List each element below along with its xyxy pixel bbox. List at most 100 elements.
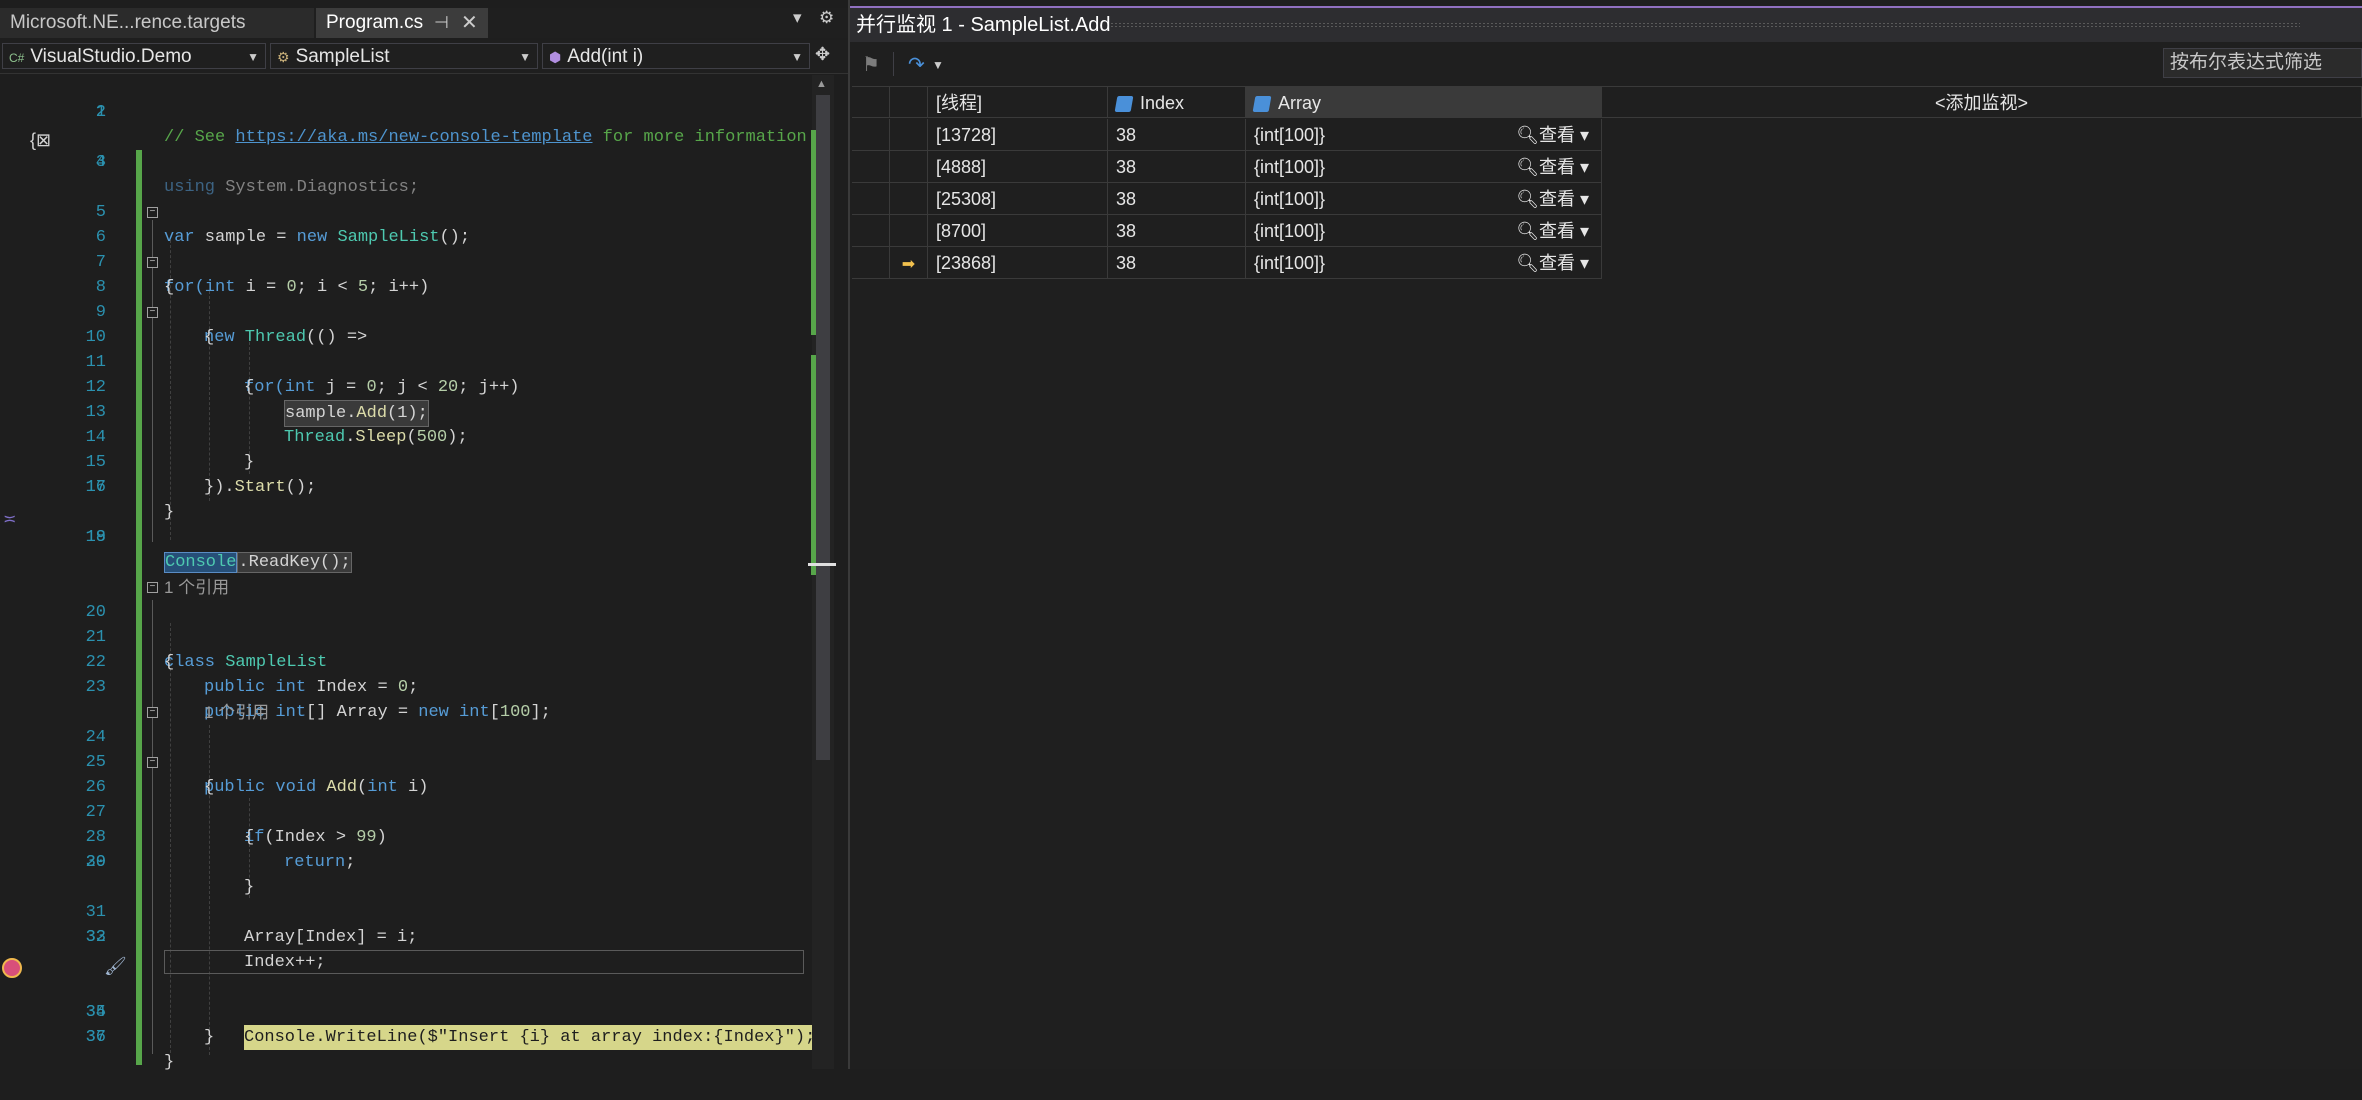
index-cell[interactable]: 38 (1108, 247, 1246, 279)
fold-toggle[interactable]: − (147, 307, 158, 318)
flag-cell[interactable] (852, 119, 890, 151)
line-number: 2 (95, 103, 106, 122)
array-value: {int[100]} (1254, 221, 1326, 241)
type-dropdown[interactable]: ⚙ SampleList ▼ (270, 43, 538, 69)
flag-cell[interactable] (852, 247, 890, 279)
fold-toggle[interactable]: − (147, 757, 158, 768)
fold-toggle[interactable]: − (147, 207, 158, 218)
fold-toggle[interactable]: − (147, 582, 158, 593)
flag-column-header[interactable] (852, 86, 890, 118)
fold-toggle[interactable]: − (147, 257, 158, 268)
index-cell[interactable]: 38 (1108, 151, 1246, 183)
array-cell[interactable]: {int[100]} 🔍︎查看 ▾ (1246, 247, 1602, 279)
view-label: 查看 (1538, 253, 1575, 273)
class-icon: ⚙ (277, 49, 290, 65)
code-line: 22 public int Index = 0; (0, 625, 810, 697)
thread-cell[interactable]: [23868] (928, 247, 1108, 279)
pin-icon[interactable]: ⊣ (434, 8, 449, 38)
index-cell[interactable]: 38 (1108, 215, 1246, 247)
thread-column-header[interactable]: [线程] (928, 86, 1108, 118)
index-cell[interactable]: 38 (1108, 119, 1246, 151)
tab-label: Program.cs (326, 12, 424, 33)
fold-toggle[interactable]: − (147, 707, 158, 718)
code-line: 36 } (0, 1000, 810, 1072)
split-view-icon[interactable]: ✥ (815, 44, 830, 65)
code-line: 13 Thread.Sleep(500); (0, 375, 810, 447)
code-line: 9 { (0, 275, 810, 347)
table-row[interactable]: [25308] 38 {int[100]} 🔍︎查看 ▾ (852, 183, 2362, 215)
array-cell[interactable]: {int[100]} 🔍︎查看 ▾ (1246, 151, 1602, 183)
tab-targets-file[interactable]: Microsoft.NE...rence.targets (0, 8, 314, 38)
thread-cell[interactable]: [8700] (928, 215, 1108, 247)
view-button[interactable]: 🔍︎查看 ▾ (1516, 151, 1589, 182)
view-button[interactable]: 🔍︎查看 ▾ (1516, 183, 1589, 214)
add-watch-column-header[interactable]: <添加监视> (1602, 86, 2362, 118)
index-column-header[interactable]: Index (1108, 86, 1246, 118)
index-cell[interactable]: 38 (1108, 183, 1246, 215)
boolean-filter-input[interactable]: 按布尔表达式筛选 (2163, 48, 2362, 78)
line-number: 19 (85, 528, 106, 547)
window-title: 并行监视 1 - SampleList.Add (856, 14, 1111, 36)
current-cell (890, 215, 928, 247)
code-line: 35 } (0, 975, 810, 1047)
code-line: 8 − new Thread(() => (0, 250, 810, 347)
parallel-watch-titlebar: 并行监视 1 - SampleList.Add (850, 8, 2362, 42)
array-cell[interactable]: {int[100]} 🔍︎查看 ▾ (1246, 119, 1602, 151)
code-line: 4 (0, 150, 810, 175)
flag-cell[interactable] (852, 215, 890, 247)
code-text: } (164, 1053, 175, 1072)
member-label: Add(int i) (567, 46, 644, 67)
code-text-area[interactable]: {⊠ ≍ 🖌 1 // See https://aka.ms/new-conso… (0, 75, 816, 1072)
current-statement-line: 34 Console.WriteLine($"Insert {i} at arr… (0, 950, 816, 1050)
table-row[interactable]: [13728] 38 {int[100]} 🔍︎查看 ▾ (852, 119, 2362, 151)
code-line: 18 Console .ReadKey(); (0, 500, 810, 573)
table-row[interactable]: ➡ [23868] 38 {int[100]} 🔍︎查看 ▾ (852, 247, 2362, 279)
project-dropdown[interactable]: C# VisualStudio.Demo ▼ (2, 43, 266, 69)
gear-icon[interactable]: ⚙ (819, 8, 834, 28)
tab-program-cs[interactable]: Program.cs ⊣ ✕ (316, 8, 488, 38)
document-tab-strip: Microsoft.NE...rence.targets Program.cs … (0, 8, 848, 38)
thread-cell[interactable]: [25308] (928, 183, 1108, 215)
current-cell (890, 183, 928, 215)
code-line: 15 }).Start(); (0, 425, 810, 497)
array-value: {int[100]} (1254, 125, 1326, 145)
chevron-down-icon: ▼ (247, 50, 259, 64)
code-line: 26 − if(Index > 99) (0, 750, 810, 847)
close-icon[interactable]: ✕ (461, 8, 478, 38)
flag-cell[interactable] (852, 183, 890, 215)
line-number: 30 (85, 853, 106, 872)
array-column-header[interactable]: Array (1246, 86, 1602, 118)
method-icon: ⬢ (549, 49, 562, 65)
array-value: {int[100]} (1254, 189, 1326, 209)
current-thread-arrow-icon: ➡ (901, 256, 916, 273)
code-line: 33 (0, 925, 810, 950)
code-line: 30 (0, 850, 810, 875)
table-row[interactable]: [4888] 38 {int[100]} 🔍︎查看 ▾ (852, 151, 2362, 183)
column-label: Array (1278, 93, 1322, 113)
array-cell[interactable]: {int[100]} 🔍︎查看 ▾ (1246, 215, 1602, 247)
chevron-down-icon[interactable]: ▼ (932, 58, 944, 72)
code-line: 7 { (0, 225, 810, 297)
scrollbar-thumb[interactable] (816, 95, 830, 760)
tab-list-dropdown-icon[interactable]: ▾ (793, 8, 802, 28)
current-cell (890, 151, 928, 183)
drag-grip[interactable] (1110, 22, 2300, 28)
member-dropdown[interactable]: ⬢ Add(int i) ▼ (542, 43, 810, 69)
switch-thread-icon[interactable]: ↷ (908, 52, 925, 77)
current-cell (890, 119, 928, 151)
thread-cell[interactable]: [4888] (928, 151, 1108, 183)
current-column-header[interactable] (890, 86, 928, 118)
code-line: 11 { (0, 325, 810, 397)
toolbar-separator (893, 52, 894, 76)
view-button[interactable]: 🔍︎查看 ▾ (1516, 215, 1589, 246)
scroll-up-icon[interactable]: ▲ (816, 78, 827, 90)
flag-icon[interactable]: ⚑ (862, 52, 880, 77)
parallel-watch-toolbar: ⚑ ↷ ▼ 按布尔表达式筛选 (850, 44, 2362, 84)
array-cell[interactable]: {int[100]} 🔍︎查看 ▾ (1246, 183, 1602, 215)
code-line: 16 } (0, 450, 810, 522)
flag-cell[interactable] (852, 151, 890, 183)
view-button[interactable]: 🔍︎查看 ▾ (1516, 247, 1589, 278)
thread-cell[interactable]: [13728] (928, 119, 1108, 151)
table-row[interactable]: [8700] 38 {int[100]} 🔍︎查看 ▾ (852, 215, 2362, 247)
view-button[interactable]: 🔍︎查看 ▾ (1516, 119, 1589, 150)
